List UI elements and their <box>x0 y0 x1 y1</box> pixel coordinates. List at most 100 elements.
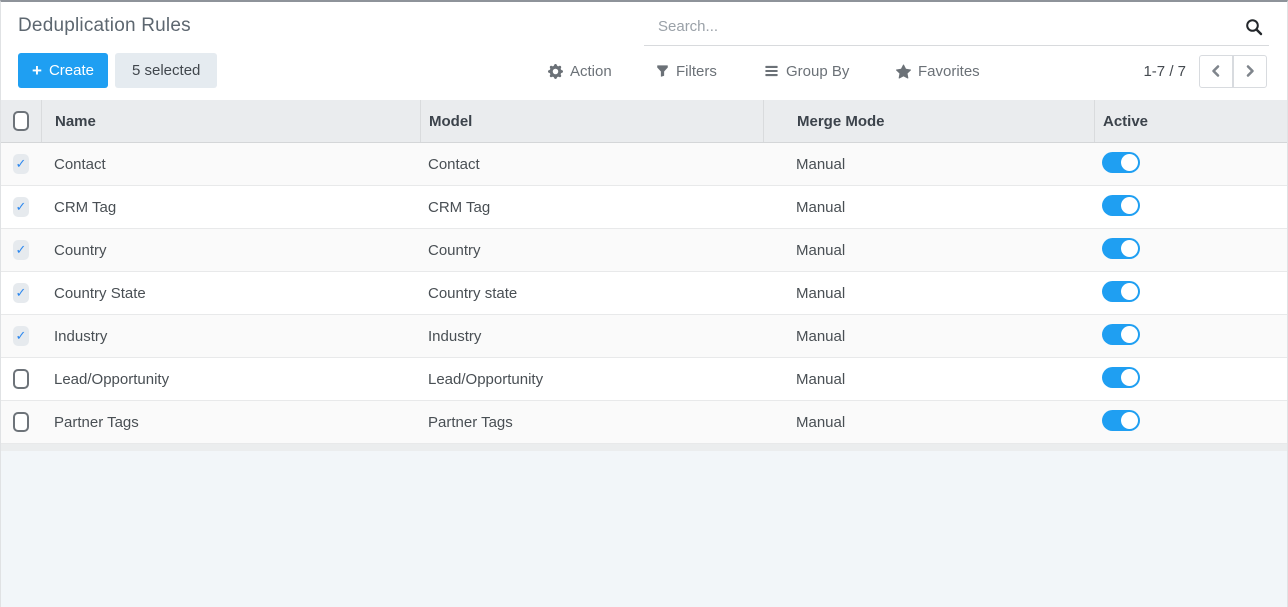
toggle-knob <box>1121 239 1138 257</box>
cell-model: Contact <box>428 155 480 173</box>
select-all-checkbox[interactable] <box>13 111 29 131</box>
table-row[interactable]: ✓ Industry Industry Manual <box>1 315 1287 358</box>
favorites-menu-label: Favorites <box>918 62 980 80</box>
row-checkbox[interactable]: ✓ <box>13 326 29 346</box>
content-background <box>1 451 1287 607</box>
column-header-name[interactable]: Name <box>41 100 420 142</box>
active-toggle[interactable] <box>1102 151 1140 173</box>
row-checkbox-cell: ✓ <box>1 272 41 314</box>
search-button[interactable] <box>1245 18 1269 36</box>
table-body: ✓ Contact Contact Manual ✓ CRM Tag CRM T… <box>1 143 1287 444</box>
plus-icon: + <box>32 61 42 80</box>
cell-active <box>1094 366 1287 392</box>
filters-menu-label: Filters <box>676 62 717 80</box>
row-checkbox[interactable] <box>13 412 29 432</box>
cell-name: Contact <box>54 155 106 173</box>
toggle-knob <box>1121 196 1138 214</box>
chevron-right-icon <box>1246 65 1254 77</box>
filter-icon <box>657 65 668 77</box>
row-checkbox[interactable]: ✓ <box>13 197 29 217</box>
cell-merge-mode: Manual <box>796 327 846 345</box>
action-menu-label: Action <box>570 62 612 80</box>
cell-name: Lead/Opportunity <box>54 370 170 388</box>
row-checkbox[interactable] <box>13 369 29 389</box>
group-by-menu-label: Group By <box>786 62 850 80</box>
cell-active <box>1094 323 1287 349</box>
cell-merge-mode: Manual <box>796 155 846 173</box>
active-toggle[interactable] <box>1102 366 1140 388</box>
cell-active <box>1094 151 1287 177</box>
column-header-active[interactable]: Active <box>1094 100 1287 142</box>
table-row[interactable]: ✓ Country Country Manual <box>1 229 1287 272</box>
cell-active <box>1094 237 1287 263</box>
cell-active <box>1094 409 1287 435</box>
active-toggle[interactable] <box>1102 237 1140 259</box>
filters-menu-button[interactable]: Filters <box>656 48 717 94</box>
cell-name: Country State <box>54 284 146 302</box>
cell-merge-mode: Manual <box>796 284 846 302</box>
row-checkbox-cell: ✓ <box>1 315 41 357</box>
cell-model: Lead/Opportunity <box>428 370 544 388</box>
search-bar[interactable] <box>644 8 1269 46</box>
check-icon: ✓ <box>15 242 27 258</box>
pager-buttons <box>1199 54 1267 88</box>
row-checkbox-cell: ✓ <box>1 186 41 228</box>
cell-model: Country <box>428 241 481 259</box>
row-checkbox-cell: ✓ <box>1 143 41 185</box>
row-checkbox[interactable]: ✓ <box>13 283 29 303</box>
top-bar: Deduplication Rules <box>1 2 1287 48</box>
favorites-menu-button[interactable]: Favorites <box>896 48 980 94</box>
chevron-left-icon <box>1212 65 1220 77</box>
table-row[interactable]: ✓ CRM Tag CRM Tag Manual <box>1 186 1287 229</box>
create-button-label: Create <box>48 62 94 79</box>
pager-next-button[interactable] <box>1233 54 1267 88</box>
select-all-cell <box>1 100 41 142</box>
check-icon: ✓ <box>15 285 27 301</box>
action-menu-button[interactable]: Action <box>548 48 612 94</box>
row-checkbox-cell: ✓ <box>1 229 41 271</box>
cell-merge-mode: Manual <box>796 241 846 259</box>
cell-active <box>1094 280 1287 306</box>
row-checkbox[interactable]: ✓ <box>13 154 29 174</box>
column-header-merge-mode[interactable]: Merge Mode <box>763 100 1094 142</box>
active-toggle[interactable] <box>1102 280 1140 302</box>
pager-prev-button[interactable] <box>1199 54 1233 88</box>
cell-active <box>1094 194 1287 220</box>
toggle-knob <box>1121 153 1138 171</box>
toggle-knob <box>1121 282 1138 300</box>
active-toggle[interactable] <box>1102 323 1140 345</box>
active-toggle[interactable] <box>1102 194 1140 216</box>
deduplication-rules-page: Deduplication Rules + Create 5 selected … <box>0 0 1288 607</box>
row-checkbox[interactable]: ✓ <box>13 240 29 260</box>
table-footer-strip <box>1 444 1287 451</box>
gear-icon <box>548 63 563 79</box>
page-title: Deduplication Rules <box>18 15 191 36</box>
search-input[interactable] <box>644 18 1245 35</box>
toggle-knob <box>1121 325 1138 343</box>
table-row[interactable]: ✓ Contact Contact Manual <box>1 143 1287 186</box>
toggle-knob <box>1121 368 1138 386</box>
table-row[interactable]: ✓ Country State Country state Manual <box>1 272 1287 315</box>
deduplication-rules-table: Name Model Merge Mode Active ✓ Contact C… <box>1 100 1287 444</box>
row-checkbox-cell <box>1 401 41 443</box>
control-bar: + Create 5 selected Action Filters Group… <box>1 48 1287 94</box>
cell-name: Country <box>54 241 107 259</box>
group-by-menu-button[interactable]: Group By <box>764 48 849 94</box>
active-toggle[interactable] <box>1102 409 1140 431</box>
table-row[interactable]: Lead/Opportunity Lead/Opportunity Manual <box>1 358 1287 401</box>
search-icon <box>1246 18 1263 35</box>
cell-merge-mode: Manual <box>796 413 846 431</box>
cell-merge-mode: Manual <box>796 198 846 216</box>
cell-name: Industry <box>54 327 108 345</box>
column-header-model[interactable]: Model <box>420 100 763 142</box>
row-checkbox-cell <box>1 358 41 400</box>
pager: 1-7 / 7 <box>1143 48 1267 94</box>
cell-model: CRM Tag <box>428 198 491 216</box>
toggle-knob <box>1121 411 1138 429</box>
check-icon: ✓ <box>15 156 27 172</box>
cell-name: CRM Tag <box>54 198 117 216</box>
star-icon <box>896 63 911 79</box>
create-button[interactable]: + Create <box>18 53 108 88</box>
cell-model: Country state <box>428 284 518 302</box>
table-row[interactable]: Partner Tags Partner Tags Manual <box>1 401 1287 444</box>
